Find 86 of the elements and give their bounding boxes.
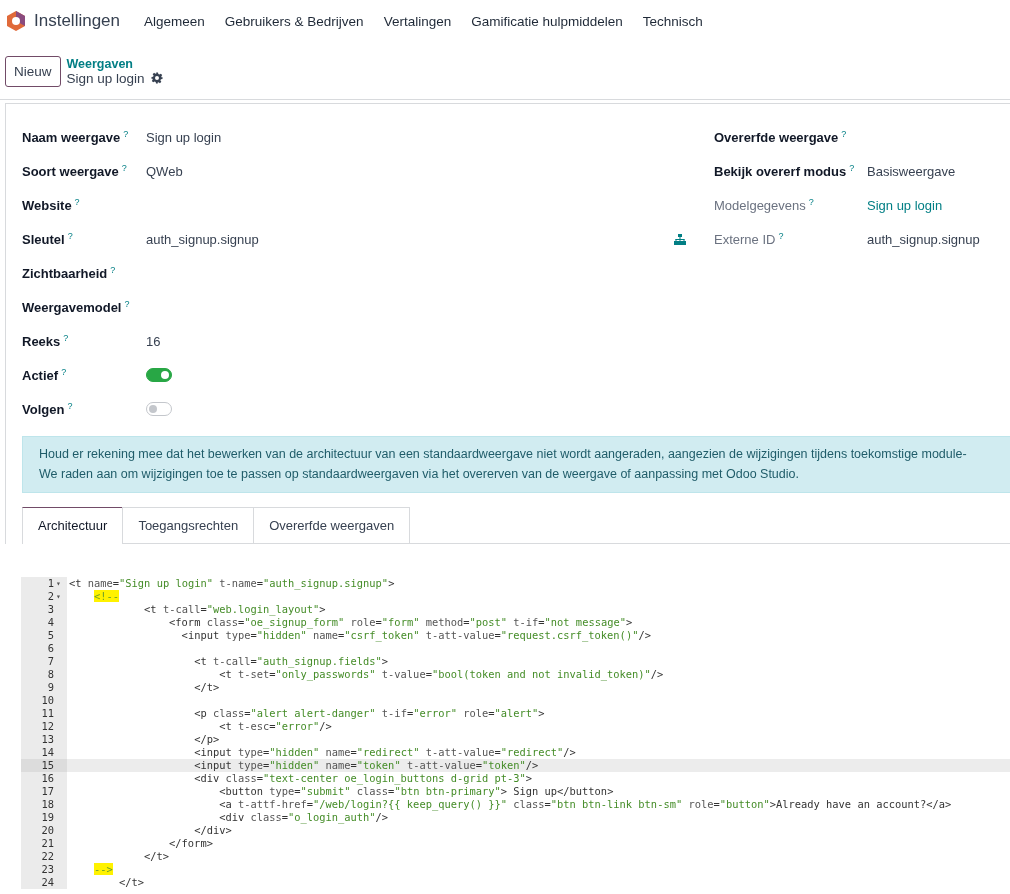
code-line: <input type="hidden" name="redirect" t-att-value="redirect"/> (193, 746, 576, 759)
line-number: 20 (41, 824, 54, 837)
new-button[interactable]: Nieuw (5, 55, 61, 87)
code-line: <input type="hidden" name="token" t-att-value="token"/> (193, 759, 539, 772)
code-line: </t> (143, 850, 170, 863)
app-title[interactable]: Instellingen (34, 11, 120, 31)
line-number: 16 (41, 772, 54, 785)
field-value: auth_signup.signup (146, 231, 259, 247)
code-line: <t t-esc="error"/> (218, 720, 332, 733)
code-line: </t> (118, 876, 145, 889)
field-value: QWeb (146, 163, 183, 179)
menu-item[interactable]: Gamificatie hulpmiddelen (461, 13, 633, 29)
field-label: Naam weergave $^{?}$ (22, 130, 129, 146)
record-link[interactable]: Sign up login (867, 197, 943, 213)
line-number: 11 (41, 707, 54, 720)
code-line: <div class="o_login_auth"/> (218, 811, 389, 824)
code-line: <form class="oe_signup_form" role="form" method="post" t-if="not message"> (168, 616, 633, 629)
fold-arrow[interactable]: ▾ (56, 577, 63, 590)
settings-icon[interactable] (150, 72, 163, 84)
toggle-switch[interactable] (146, 402, 172, 416)
line-number: 7 (47, 655, 54, 668)
line-number: 19 (41, 811, 54, 824)
field-value: Basisweergave (867, 163, 956, 179)
tab[interactable]: Architectuur (22, 507, 124, 544)
field-label: Weergavemodel $^{?}$ (22, 300, 130, 316)
line-number: 17 (41, 785, 54, 798)
field-label: Modelgegevens $^{?}$ (714, 198, 814, 214)
field-label: Overerfde weergave $^{?}$ (714, 130, 847, 146)
field-label: Volgen $^{?}$ (22, 402, 73, 418)
field-label: Soort weergave $^{?}$ (22, 164, 127, 180)
field-label: Website $^{?}$ (22, 198, 80, 214)
line-number: 2 (47, 590, 54, 603)
line-number: 18 (41, 798, 54, 811)
tab[interactable]: Overerfde weergaven (253, 507, 411, 543)
field-label: Reeks $^{?}$ (22, 334, 69, 350)
line-number: 23 (41, 863, 54, 876)
code-line: <t t-set="only_passwords" t-value="bool(token and not invalid_token)"/> (218, 668, 664, 681)
code-line: <t t-call="web.login_layout"> (143, 603, 326, 616)
code-line: </t> (193, 681, 220, 694)
record-title: Sign up login (66, 70, 145, 86)
line-number: 1 (47, 577, 54, 590)
line-number: 12 (41, 720, 54, 733)
menu-item[interactable]: Technisch (632, 13, 713, 29)
code-line: </p> (193, 733, 220, 746)
hierarchy-icon[interactable] (674, 233, 686, 245)
menu-item[interactable]: Algemeen (134, 13, 215, 29)
line-number: 4 (47, 616, 54, 629)
line-number: 6 (47, 642, 54, 655)
fold-arrow[interactable]: ▾ (56, 590, 63, 603)
field-value: 16 (146, 333, 161, 349)
alert-text: Houd er rekening mee dat het bewerken van de architectuur van een standaardweergave niet wordt aangeraden, aangezien de wijzigingen tijdens toekomstige module- (39, 446, 968, 463)
code-line: <p class="alert alert-danger" t-if="error" role="alert"> (193, 707, 545, 720)
field-label: Bekijk overerf modus $^{?}$ (714, 164, 855, 180)
alert-text: We raden aan om wijzigingen toe te passen op standaardweergaven via het overerven van de weergave of aanpassing met Odoo Studio. (39, 466, 800, 483)
line-number: 15 (41, 759, 54, 772)
code-line: </form> (168, 837, 213, 850)
code-line: <t name="Sign up login" t-name="auth_signup.signup"> (68, 577, 395, 590)
field-label: Externe ID $^{?}$ (714, 232, 784, 248)
line-number: 9 (47, 681, 54, 694)
field-value: auth_signup.signup (867, 231, 980, 247)
line-number: 10 (41, 694, 54, 707)
code-line: <a t-attf-href="/web/login?{{ keep_query() }}" class="btn btn-link btn-sm" role="button">Already have an account?</a> (218, 798, 952, 811)
code-comment: --> (93, 863, 113, 876)
field-label: Sleutel $^{?}$ (22, 232, 73, 248)
line-number: 3 (47, 603, 54, 616)
code-line: <t t-call="auth_signup.fields"> (193, 655, 389, 668)
field-value: Sign up login (146, 129, 222, 145)
line-number: 13 (41, 733, 54, 746)
line-number: 24 (41, 876, 54, 889)
field-label: Actief $^{?}$ (22, 368, 67, 384)
line-number: 8 (47, 668, 54, 681)
line-number: 21 (41, 837, 54, 850)
line-number: 22 (41, 850, 54, 863)
toggle-switch[interactable] (146, 368, 172, 382)
code-line: <div class="text-center oe_login_buttons d-grid pt-3"> (193, 772, 532, 785)
code-comment: <!-- (93, 590, 120, 603)
breadcrumb-link[interactable]: Weergaven (66, 56, 163, 71)
menu-item[interactable]: Gebruikers & Bedrijven (214, 13, 374, 29)
code-line: <input type="hidden" name="csrf_token" t-att-value="request.csrf_token()"/> (180, 629, 651, 642)
menu-item[interactable]: Vertalingen (373, 13, 462, 29)
field-label: Zichtbaarheid $^{?}$ (22, 266, 116, 282)
line-number: 14 (41, 746, 54, 759)
code-line: <button type="submit" class="btn btn-primary"> Sign up</button> (218, 785, 614, 798)
line-number: 5 (47, 629, 54, 642)
code-line: </div> (193, 824, 232, 837)
app-logo-icon[interactable] (6, 10, 26, 32)
